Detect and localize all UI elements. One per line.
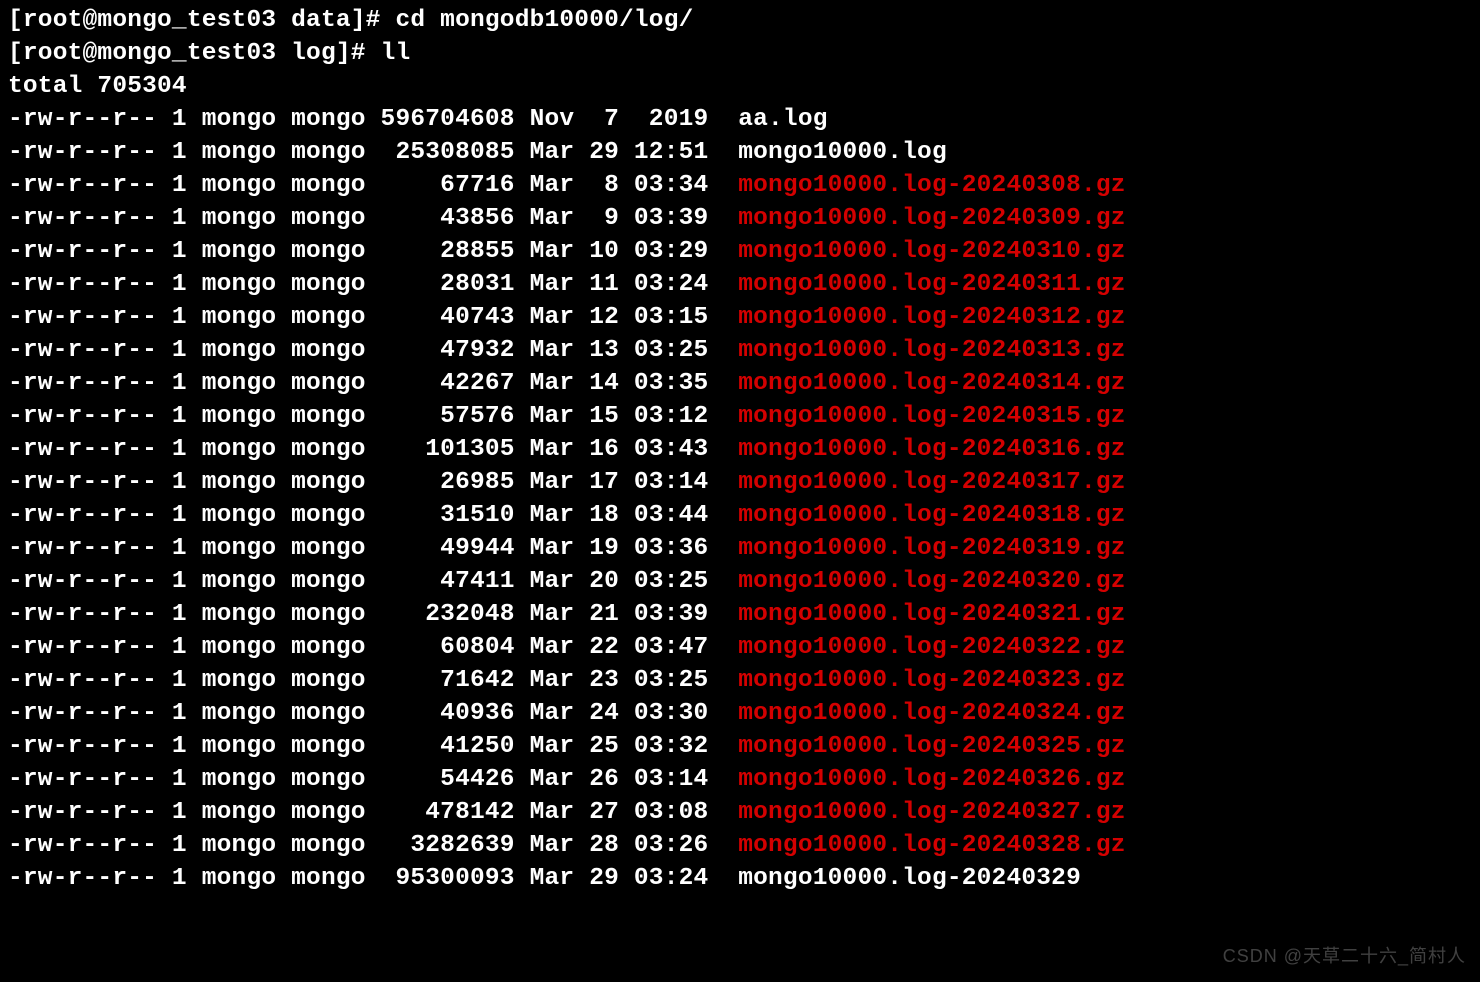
file-name-gz: mongo10000.log-20240310.gz [738,238,1125,265]
file-name: mongo10000.log [738,139,947,166]
ls-row: -rw-r--r-- 1 mongo mongo 41250 Mar 25 03… [8,733,738,760]
ls-row: -rw-r--r-- 1 mongo mongo 71642 Mar 23 03… [8,667,738,694]
ls-row: -rw-r--r-- 1 mongo mongo 40936 Mar 24 03… [8,700,738,727]
file-name-gz: mongo10000.log-20240317.gz [738,469,1125,496]
file-name-gz: mongo10000.log-20240314.gz [738,370,1125,397]
ls-row: -rw-r--r-- 1 mongo mongo 60804 Mar 22 03… [8,634,738,661]
ls-row: -rw-r--r-- 1 mongo mongo 3282639 Mar 28 … [8,832,738,859]
ls-row: -rw-r--r-- 1 mongo mongo 40743 Mar 12 03… [8,304,738,331]
file-name: aa.log [738,106,827,133]
ls-row: -rw-r--r-- 1 mongo mongo 26985 Mar 17 03… [8,469,738,496]
file-name-gz: mongo10000.log-20240316.gz [738,436,1125,463]
file-name-gz: mongo10000.log-20240320.gz [738,568,1125,595]
file-name-gz: mongo10000.log-20240323.gz [738,667,1125,694]
ls-row: -rw-r--r-- 1 mongo mongo 596704608 Nov 7… [8,106,738,133]
file-name-gz: mongo10000.log-20240311.gz [738,271,1125,298]
ls-row: -rw-r--r-- 1 mongo mongo 232048 Mar 21 0… [8,601,738,628]
ls-row: -rw-r--r-- 1 mongo mongo 28855 Mar 10 03… [8,238,738,265]
ls-row: -rw-r--r-- 1 mongo mongo 478142 Mar 27 0… [8,799,738,826]
ls-row: -rw-r--r-- 1 mongo mongo 47411 Mar 20 03… [8,568,738,595]
watermark-text: CSDN @天草二十六_简村人 [1223,942,1466,968]
file-name-gz: mongo10000.log-20240308.gz [738,172,1125,199]
ls-row: -rw-r--r-- 1 mongo mongo 43856 Mar 9 03:… [8,205,738,232]
ls-row: -rw-r--r-- 1 mongo mongo 49944 Mar 19 03… [8,535,738,562]
shell-command[interactable]: cd mongodb10000/log/ [395,7,693,34]
ls-row: -rw-r--r-- 1 mongo mongo 25308085 Mar 29… [8,139,738,166]
ls-row: -rw-r--r-- 1 mongo mongo 47932 Mar 13 03… [8,337,738,364]
ls-row: -rw-r--r-- 1 mongo mongo 31510 Mar 18 03… [8,502,738,529]
file-name-gz: mongo10000.log-20240319.gz [738,535,1125,562]
file-name-gz: mongo10000.log-20240322.gz [738,634,1125,661]
file-name-gz: mongo10000.log-20240315.gz [738,403,1125,430]
file-name-gz: mongo10000.log-20240318.gz [738,502,1125,529]
ls-total: total 705304 [8,73,187,100]
ls-row: -rw-r--r-- 1 mongo mongo 28031 Mar 11 03… [8,271,738,298]
ls-row: -rw-r--r-- 1 mongo mongo 54426 Mar 26 03… [8,766,738,793]
file-name-gz: mongo10000.log-20240326.gz [738,766,1125,793]
ls-row: -rw-r--r-- 1 mongo mongo 101305 Mar 16 0… [8,436,738,463]
ls-row: -rw-r--r-- 1 mongo mongo 67716 Mar 8 03:… [8,172,738,199]
file-name-gz: mongo10000.log-20240327.gz [738,799,1125,826]
terminal-output: [root@mongo_test03 data]# cd mongodb1000… [0,0,1480,895]
file-name-gz: mongo10000.log-20240312.gz [738,304,1125,331]
file-name-gz: mongo10000.log-20240324.gz [738,700,1125,727]
ls-row: -rw-r--r-- 1 mongo mongo 42267 Mar 14 03… [8,370,738,397]
ls-row: -rw-r--r-- 1 mongo mongo 57576 Mar 15 03… [8,403,738,430]
file-name: mongo10000.log-20240329 [738,865,1081,892]
file-name-gz: mongo10000.log-20240325.gz [738,733,1125,760]
file-name-gz: mongo10000.log-20240328.gz [738,832,1125,859]
file-name-gz: mongo10000.log-20240313.gz [738,337,1125,364]
shell-command[interactable]: ll [381,40,411,67]
shell-prompt: [root@mongo_test03 data]# [8,7,395,34]
ls-row: -rw-r--r-- 1 mongo mongo 95300093 Mar 29… [8,865,738,892]
shell-prompt: [root@mongo_test03 log]# [8,40,381,67]
file-name-gz: mongo10000.log-20240309.gz [738,205,1125,232]
file-name-gz: mongo10000.log-20240321.gz [738,601,1125,628]
